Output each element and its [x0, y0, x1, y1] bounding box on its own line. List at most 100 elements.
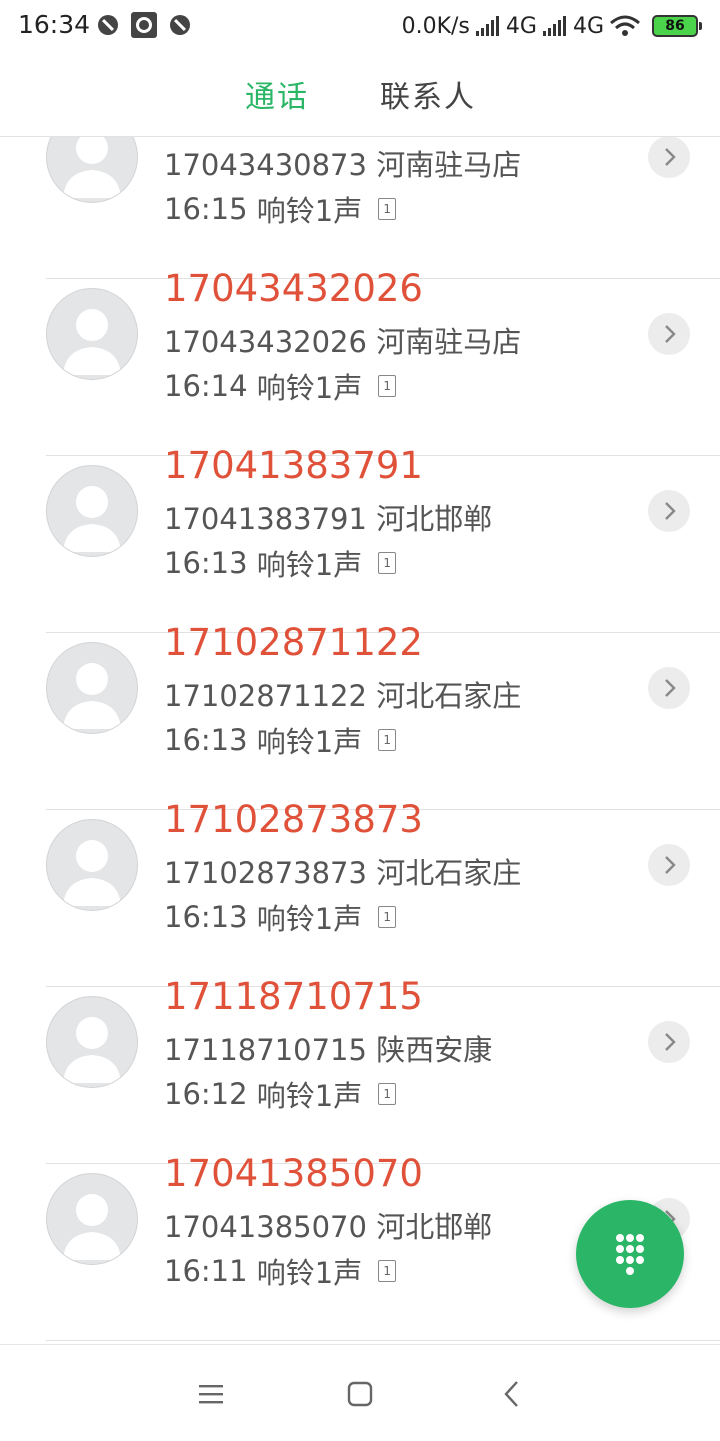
chevron-right-icon	[648, 148, 690, 182]
call-status: 响铃1声	[256, 1256, 363, 1290]
call-status: 响铃1声	[256, 194, 363, 228]
call-name: 17041383791	[164, 444, 423, 487]
status-bar: 16:34 0.0K/s 4G 4G 86	[0, 0, 720, 52]
call-details-button[interactable]	[648, 313, 690, 355]
call-name: 17118710715	[164, 975, 423, 1018]
home-icon[interactable]	[345, 1379, 375, 1409]
call-meta: 16:12 响铃1声 1	[164, 1073, 397, 1115]
battery-icon: 86	[652, 15, 702, 37]
call-status: 响铃1声	[256, 371, 363, 405]
sim-icon: 1	[378, 1260, 397, 1282]
call-time: 16:12	[164, 1077, 248, 1111]
chevron-right-icon	[648, 856, 690, 890]
dialpad-icon	[616, 1234, 644, 1275]
menu-icon[interactable]	[196, 1379, 226, 1409]
wifi-icon	[610, 15, 640, 36]
call-time: 16:13	[164, 900, 248, 934]
call-log-item[interactable]: 17043432026 17043432026 河南驻马店 16:14 响铃1声 1	[0, 267, 720, 456]
call-meta: 16:11 响铃1声 1	[164, 1250, 397, 1292]
chevron-right-icon	[648, 325, 690, 359]
status-time: 16:34	[18, 10, 91, 39]
call-name: 17102873873	[164, 798, 423, 841]
sim-icon: 1	[378, 729, 397, 751]
tab-bar: 通话 联系人	[0, 52, 720, 137]
avatar[interactable]	[46, 137, 138, 203]
call-location: 河北石家庄	[376, 856, 522, 890]
call-detail: 17118710715 陕西安康	[164, 1027, 492, 1069]
call-name: 17041385070	[164, 1152, 423, 1195]
call-status: 响铃1声	[256, 1079, 363, 1113]
call-time: 16:11	[164, 1254, 248, 1288]
call-details-button[interactable]	[648, 667, 690, 709]
battery-level: 86	[652, 15, 698, 37]
call-location: 河北邯郸	[376, 1210, 493, 1244]
call-location: 河北邯郸	[376, 502, 493, 536]
call-detail: 17102873873 河北石家庄	[164, 850, 521, 892]
tab-contacts[interactable]: 联系人	[380, 72, 476, 116]
dnd-icon	[98, 15, 118, 35]
sim-icon: 1	[378, 198, 397, 220]
signal-icon	[475, 16, 499, 36]
call-time: 16:15	[164, 192, 248, 226]
sim-icon: 1	[378, 906, 397, 928]
chevron-right-icon	[648, 679, 690, 713]
tab-calls[interactable]: 通话	[245, 72, 309, 116]
call-number: 17041385070	[164, 1210, 367, 1244]
call-log-item[interactable]: 17118710715 17118710715 陕西安康 16:12 响铃1声 1	[0, 975, 720, 1164]
avatar[interactable]	[46, 996, 138, 1088]
call-detail: 17043432026 河南驻马店	[164, 319, 521, 361]
call-log-list[interactable]: 1704343087317043430873 河南驻马店16:15 响铃1声11…	[0, 137, 720, 1343]
call-name: 17102871122	[164, 621, 423, 664]
call-location: 陕西安康	[376, 1033, 493, 1067]
divider	[46, 1340, 720, 1341]
sim-icon: 1	[378, 375, 397, 397]
call-meta: 16:13 响铃1声 1	[164, 896, 397, 938]
call-status: 响铃1声	[256, 725, 363, 759]
avatar[interactable]	[46, 819, 138, 911]
call-status: 响铃1声	[256, 902, 363, 936]
call-time: 16:13	[164, 546, 248, 580]
signal-1-label: 4G	[505, 13, 537, 39]
status-indicators: 0.0K/s 4G 4G 86	[402, 10, 702, 42]
call-log-item[interactable]: 17102873873 17102873873 河北石家庄 16:13 响铃1声 1	[0, 798, 720, 987]
call-number: 17102873873	[164, 856, 367, 890]
call-location: 河南驻马店	[376, 148, 522, 182]
call-detail: 17041383791 河北邯郸	[164, 496, 492, 538]
back-icon[interactable]	[497, 1379, 527, 1409]
call-number: 17043432026	[164, 325, 367, 359]
call-meta: 16:13 响铃1声 1	[164, 719, 397, 761]
call-details-button[interactable]	[648, 1021, 690, 1063]
call-detail: 17043430873 河南驻马店	[164, 142, 521, 184]
avatar[interactable]	[46, 288, 138, 380]
call-detail: 17041385070 河北邯郸	[164, 1204, 492, 1246]
signal-icon	[542, 16, 566, 36]
navigation-bar	[0, 1344, 720, 1441]
call-meta: 16:14 响铃1声 1	[164, 365, 397, 407]
call-time: 16:14	[164, 369, 248, 403]
call-name: 17043432026	[164, 267, 423, 310]
call-log-item[interactable]: 1704343087317043430873 河南驻马店 16:15 响铃1声 1	[0, 137, 720, 279]
call-meta: 16:15 响铃1声 1	[164, 188, 397, 230]
network-speed: 0.0K/s	[401, 13, 470, 39]
record-icon	[131, 12, 157, 38]
call-number: 17118710715	[164, 1033, 367, 1067]
call-time: 16:13	[164, 723, 248, 757]
call-detail: 17102871122 河北石家庄	[164, 673, 521, 715]
call-number: 17102871122	[164, 679, 367, 713]
sim-icon: 1	[378, 552, 397, 574]
dialpad-button[interactable]	[576, 1200, 684, 1308]
chevron-right-icon	[648, 1033, 690, 1067]
avatar[interactable]	[46, 642, 138, 734]
call-status: 响铃1声	[256, 548, 363, 582]
call-location: 河南驻马店	[376, 325, 522, 359]
call-log-item[interactable]: 17041383791 17041383791 河北邯郸 16:13 响铃1声 1	[0, 444, 720, 633]
call-meta: 16:13 响铃1声 1	[164, 542, 397, 584]
chevron-right-icon	[648, 502, 690, 536]
avatar[interactable]	[46, 1173, 138, 1265]
call-details-button[interactable]	[648, 137, 690, 178]
call-details-button[interactable]	[648, 490, 690, 532]
call-log-item[interactable]: 17102871122 17102871122 河北石家庄 16:13 响铃1声 1	[0, 621, 720, 810]
dnd-icon	[170, 15, 190, 35]
call-details-button[interactable]	[648, 844, 690, 886]
avatar[interactable]	[46, 465, 138, 557]
